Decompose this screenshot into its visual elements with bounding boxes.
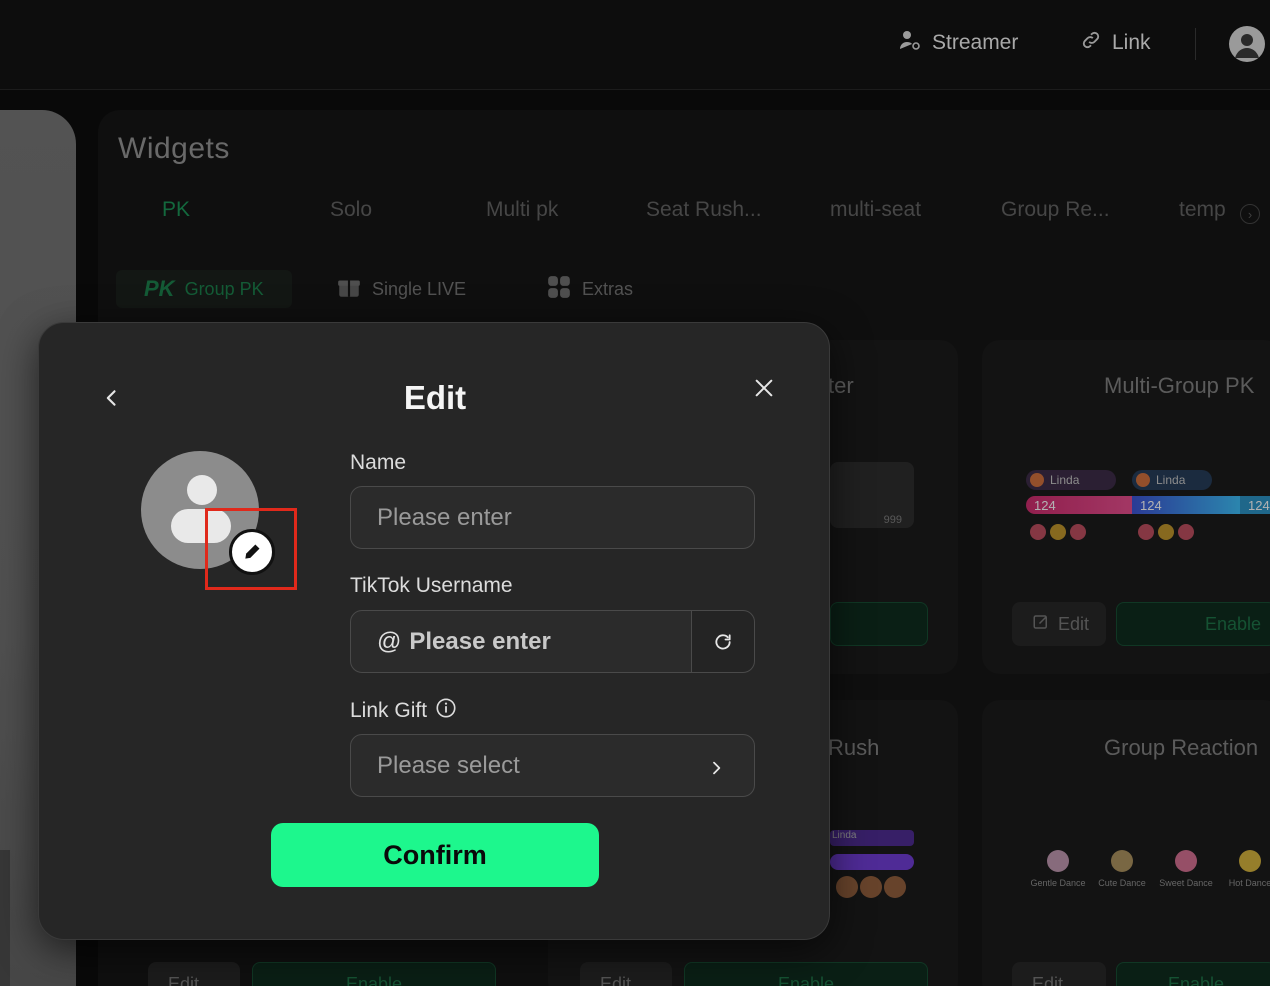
refresh-button[interactable] bbox=[691, 610, 755, 673]
chevron-right-icon bbox=[708, 755, 724, 783]
link-gift-select[interactable]: Please select bbox=[350, 734, 755, 797]
link-icon bbox=[1080, 29, 1102, 57]
link-gift-label: Link Gift bbox=[350, 699, 428, 722]
username-input[interactable] bbox=[409, 627, 691, 656]
user-icon bbox=[1235, 34, 1259, 58]
name-label: Name bbox=[350, 451, 407, 474]
link-nav[interactable]: Link bbox=[1080, 26, 1151, 60]
dialog-title: Edit bbox=[403, 379, 467, 416]
streamer-label: Streamer bbox=[932, 31, 1019, 54]
username-field[interactable]: @ bbox=[350, 610, 692, 673]
refresh-icon bbox=[715, 633, 731, 650]
link-label: Link bbox=[1112, 31, 1151, 54]
link-gift-placeholder: Please select bbox=[377, 751, 520, 779]
info-icon[interactable] bbox=[435, 697, 457, 725]
close-button[interactable] bbox=[749, 373, 779, 403]
name-input[interactable] bbox=[377, 503, 754, 532]
avatar-head bbox=[187, 475, 217, 505]
confirm-button[interactable]: Confirm bbox=[271, 823, 599, 887]
divider bbox=[1195, 28, 1196, 60]
name-field[interactable] bbox=[350, 486, 755, 549]
user-avatar-button[interactable] bbox=[1229, 26, 1265, 62]
close-icon bbox=[755, 379, 773, 397]
highlight-box bbox=[205, 508, 297, 590]
streamer-icon bbox=[898, 28, 922, 58]
at-symbol: @ bbox=[377, 627, 402, 655]
top-bar: Streamer Link bbox=[0, 0, 1270, 90]
edit-dialog: Edit Name TikTok Username @ Link Gift Pl… bbox=[38, 322, 830, 940]
username-label: TikTok Username bbox=[350, 574, 513, 597]
streamer-nav[interactable]: Streamer bbox=[898, 26, 1018, 60]
link-gift-label-row: Link Gift bbox=[350, 697, 457, 725]
